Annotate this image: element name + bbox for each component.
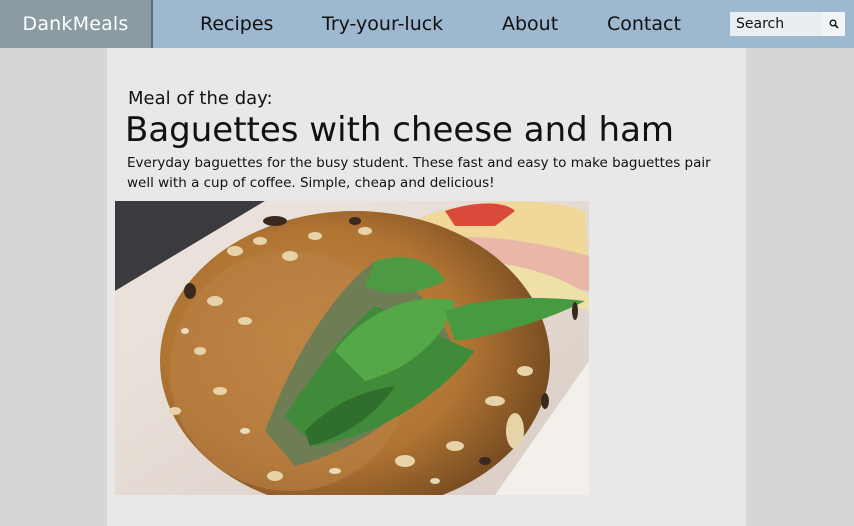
nav-link-try-your-luck[interactable]: Try-your-luck	[322, 0, 443, 48]
main-content: Meal of the day: Baguettes with cheese a…	[107, 48, 746, 526]
page-title: Baguettes with cheese and ham	[125, 110, 675, 150]
search-icon	[829, 17, 839, 32]
top-navbar: DankMeals Recipes Try-your-luck About Co…	[0, 0, 854, 48]
meal-of-the-day-label: Meal of the day:	[128, 88, 273, 109]
nav-link-contact[interactable]: Contact	[607, 0, 681, 48]
nav-link-about[interactable]: About	[502, 0, 558, 48]
search-input[interactable]	[730, 12, 822, 36]
meal-description: Everyday baguettes for the busy student.…	[127, 155, 711, 191]
search-box	[730, 12, 845, 36]
brand-logo[interactable]: DankMeals	[0, 0, 153, 48]
baguette-photo	[115, 201, 589, 495]
nav-link-recipes[interactable]: Recipes	[200, 0, 273, 48]
search-button[interactable]	[822, 12, 845, 36]
